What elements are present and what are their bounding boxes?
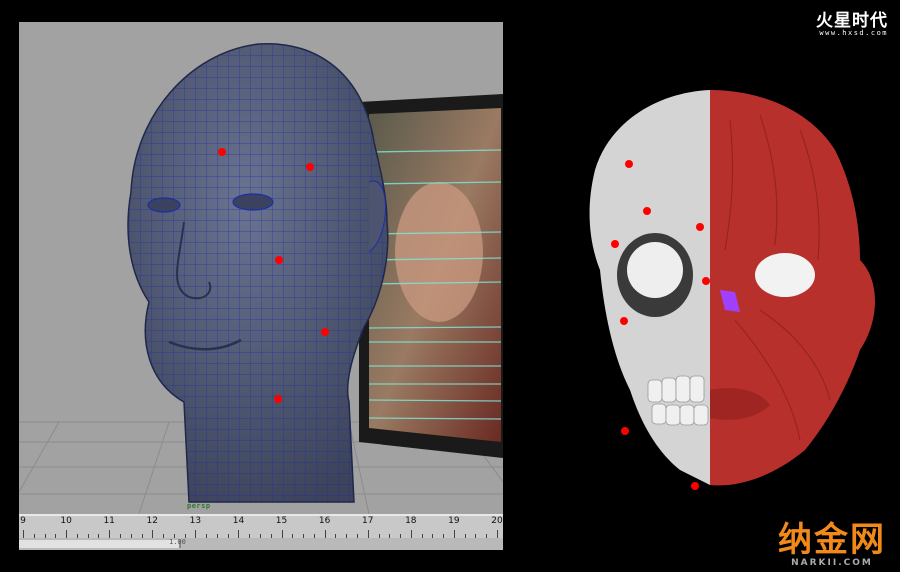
narkii-logo: 纳金网 NARKII.COM <box>778 522 886 568</box>
marker <box>620 317 628 325</box>
hxsd-logo-name: 火星时代 <box>816 11 888 30</box>
time-tick <box>195 530 197 538</box>
left-eye <box>147 197 181 213</box>
time-tick <box>109 530 111 538</box>
marker <box>274 395 282 403</box>
time-tick-label: 17 <box>361 516 374 526</box>
range-slider-bar[interactable]: 1.00 <box>19 538 503 550</box>
time-tick <box>453 530 455 538</box>
maya-viewport[interactable]: persp <box>19 22 503 514</box>
marker <box>702 277 710 285</box>
camera-label: persp <box>187 502 211 510</box>
marker <box>621 427 629 435</box>
marker <box>306 163 314 171</box>
time-tick-label: 13 <box>189 516 202 526</box>
anatomy-reference-image <box>560 60 900 500</box>
time-tick-label: 16 <box>318 516 331 526</box>
time-tick <box>23 530 24 538</box>
hxsd-logo: 火星时代 www.hxsd.com <box>816 6 888 37</box>
marker <box>218 148 226 156</box>
time-tick-label: 19 <box>448 516 460 526</box>
marker <box>611 240 619 248</box>
time-tick-label: 20 <box>491 516 503 526</box>
marker <box>696 223 704 231</box>
narkii-logo-url: NARKII.COM <box>791 558 873 568</box>
marker <box>643 207 651 215</box>
range-slider-handle[interactable] <box>19 540 181 548</box>
head-mesh <box>127 43 389 503</box>
viewport-scene <box>19 43 503 514</box>
time-tick <box>281 530 283 538</box>
narkii-logo-name: 纳金网 <box>778 520 886 560</box>
time-tick-label: 14 <box>232 516 245 526</box>
time-tick-label: 9 <box>20 516 26 526</box>
time-tick-label: 11 <box>103 516 115 526</box>
time-tick-label: 18 <box>405 516 417 526</box>
time-tick <box>66 530 68 538</box>
time-tick <box>497 530 498 538</box>
left-eyeball <box>627 242 683 298</box>
time-tick-label: 12 <box>146 516 158 526</box>
time-tick-label: 10 <box>60 516 72 526</box>
time-tick <box>238 530 240 538</box>
time-tick <box>367 530 369 538</box>
marker <box>321 328 329 336</box>
time-tick-label: 15 <box>275 516 288 526</box>
right-eyeball <box>755 253 815 297</box>
marker <box>275 256 283 264</box>
time-tick <box>152 530 154 538</box>
hxsd-logo-url: www.hxsd.com <box>819 29 888 37</box>
marker <box>691 482 699 490</box>
time-tick <box>410 530 412 538</box>
time-tick <box>324 530 326 538</box>
right-eye <box>232 193 274 211</box>
marker <box>625 160 633 168</box>
time-slider[interactable]: 9 10 11 12 13 14 15 16 17 18 19 20 <box>19 514 503 538</box>
range-value: 1.00 <box>169 538 186 546</box>
